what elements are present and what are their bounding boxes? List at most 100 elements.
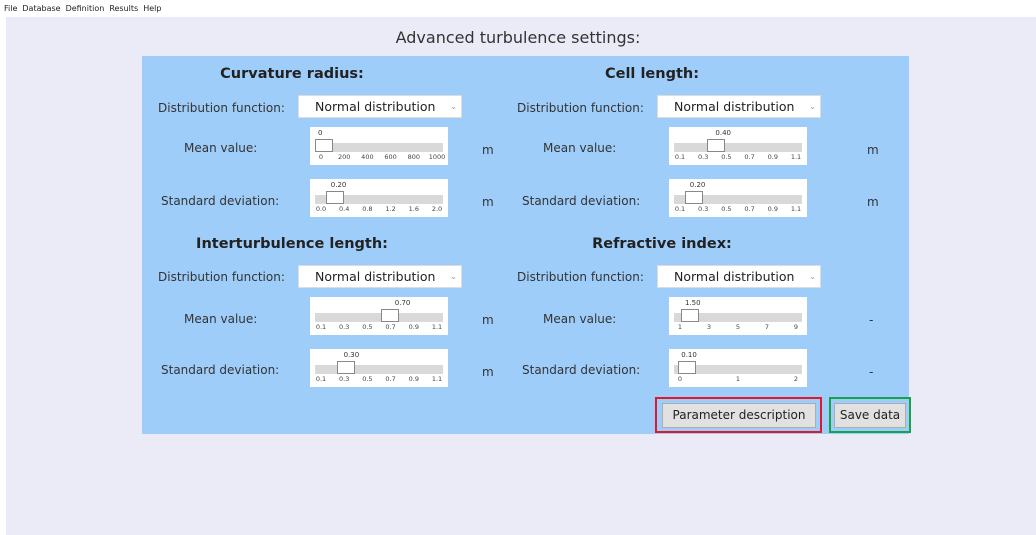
refr-std-label: Standard deviation:: [522, 363, 641, 377]
menu-results[interactable]: Results: [109, 0, 138, 17]
slider-ticks: 0.1 0.3 0.5 0.7 0.9 1.1: [674, 153, 802, 163]
chevron-down-icon: ⌄: [450, 272, 457, 281]
slider-value: 0.70: [394, 299, 411, 307]
slider-tick-label: 0.3: [339, 375, 350, 383]
slider-tick-label: 0.7: [744, 153, 755, 161]
cell-std-label: Standard deviation:: [522, 194, 641, 208]
slider-tick-label: 2: [793, 375, 799, 383]
slider-tick-label: 0.1: [315, 375, 327, 383]
slider-tick-label: 0.4: [339, 205, 350, 213]
inter-mean-slider[interactable]: 0.70 0.1 0.3 0.5 0.7 0.9 1.1: [310, 297, 448, 335]
slider-thumb[interactable]: [326, 191, 344, 204]
slider-tick-label: 0.5: [721, 205, 732, 213]
slider-ticks: 0.0 0.4 0.8 1.2 1.6 2.0: [315, 205, 443, 215]
slider-tick-label: 1.1: [790, 153, 802, 161]
cell-std-unit: m: [867, 195, 879, 209]
slider-tick-label: 0.8: [362, 205, 373, 213]
refr-title: Refractive index:: [592, 236, 732, 252]
refr-mean-slider[interactable]: 1.50 1 3 5 7 9: [669, 297, 807, 335]
curvature-std-slider[interactable]: 0.20 0.0 0.4 0.8 1.2 1.6 2.0: [310, 179, 448, 217]
inter-dist-select[interactable]: Normal distribution ⌄: [298, 265, 462, 288]
slider-thumb[interactable]: [315, 139, 333, 152]
curvature-dist-select[interactable]: Normal distribution ⌄: [298, 95, 462, 118]
slider-tick-label: 1.1: [431, 323, 443, 331]
slider-track[interactable]: [315, 143, 443, 152]
menu-help[interactable]: Help: [143, 0, 161, 17]
refr-std-slider[interactable]: 0.10 0 1 2: [669, 349, 807, 387]
inter-std-slider[interactable]: 0.30 0.1 0.3 0.5 0.7 0.9 1.1: [310, 349, 448, 387]
cell-std-slider[interactable]: 0.20 0.1 0.3 0.5 0.7 0.9 1.1: [669, 179, 807, 217]
slider-tick-label: 0.9: [408, 375, 419, 383]
slider-thumb[interactable]: [677, 361, 696, 374]
curvature-dist-label: Distribution function:: [158, 101, 285, 115]
slider-tick-label: 400: [361, 153, 374, 161]
refr-dist-value: Normal distribution: [674, 269, 795, 284]
slider-track[interactable]: [315, 313, 443, 322]
slider-tick-label: 1000: [428, 153, 446, 161]
slider-tick-label: 0.1: [315, 323, 327, 331]
refr-dist-label: Distribution function:: [517, 270, 644, 284]
slider-tick-label: 0.3: [339, 323, 350, 331]
slider-track[interactable]: [674, 143, 802, 152]
slider-ticks: 0.1 0.3 0.5 0.7 0.9 1.1: [315, 323, 443, 333]
slider-ticks: 0 1 2: [674, 375, 802, 385]
slider-tick-label: 0.0: [315, 205, 327, 213]
slider-tick-label: 3: [706, 323, 712, 331]
cell-mean-label: Mean value:: [543, 141, 617, 155]
slider-thumb[interactable]: [381, 309, 399, 322]
inter-dist-value: Normal distribution: [315, 269, 436, 284]
slider-ticks: 0.1 0.3 0.5 0.7 0.9 1.1: [315, 375, 443, 385]
refr-dist-select[interactable]: Normal distribution ⌄: [657, 265, 821, 288]
slider-tick-label: 1.1: [790, 205, 802, 213]
menu-file[interactable]: File: [4, 0, 17, 17]
save-data-button[interactable]: Save data: [834, 403, 906, 428]
slider-ticks: 1 3 5 7 9: [674, 323, 802, 333]
chevron-down-icon: ⌄: [809, 272, 816, 281]
slider-tick-label: 0.1: [674, 205, 686, 213]
inter-title: Interturbulence length:: [196, 236, 388, 252]
slider-tick-label: 9: [793, 323, 799, 331]
cell-title: Cell length:: [604, 66, 700, 82]
slider-tick-label: 0: [318, 153, 324, 161]
slider-tick-label: 0.5: [362, 323, 373, 331]
slider-value: 1.50: [685, 299, 701, 307]
refr-mean-unit: -: [869, 313, 874, 327]
slider-tick-label: 1: [735, 375, 741, 383]
slider-tick-label: 1.1: [431, 375, 443, 383]
slider-tick-label: 7: [764, 323, 770, 331]
slider-tick-label: 200: [337, 153, 351, 161]
slider-tick-label: 1.2: [385, 205, 396, 213]
curvature-dist-value: Normal distribution: [315, 99, 436, 114]
inter-mean-label: Mean value:: [184, 312, 258, 326]
slider-thumb[interactable]: [337, 361, 355, 374]
cell-mean-unit: m: [867, 143, 879, 157]
slider-ticks: 0.1 0.3 0.5 0.7 0.9 1.1: [674, 205, 802, 215]
slider-value: 0.40: [715, 129, 731, 137]
slider-tick-label: 0.1: [674, 153, 686, 161]
cell-dist-select[interactable]: Normal distribution ⌄: [657, 95, 821, 118]
slider-track[interactable]: [315, 365, 443, 374]
refr-mean-label: Mean value:: [543, 312, 617, 326]
inter-mean-unit: m: [482, 313, 494, 327]
slider-tick-label: 0.7: [385, 375, 396, 383]
menu-definition[interactable]: Definition: [66, 0, 105, 17]
curvature-title: Curvature radius:: [220, 66, 364, 82]
menu-database[interactable]: Database: [22, 0, 60, 17]
cell-mean-slider[interactable]: 0.40 0.1 0.3 0.5 0.7 0.9 1.1: [669, 127, 807, 165]
slider-thumb[interactable]: [685, 191, 703, 204]
slider-thumb[interactable]: [680, 309, 699, 322]
chevron-down-icon: ⌄: [450, 102, 457, 111]
page-title: Advanced turbulence settings:: [395, 28, 641, 47]
curvature-mean-slider[interactable]: 0 0 200 400 600 800 1000: [310, 127, 448, 165]
slider-value: 0: [318, 129, 323, 137]
slider-tick-label: 0.3: [698, 153, 709, 161]
slider-tick-label: 0.3: [698, 205, 709, 213]
slider-tick-label: 600: [384, 153, 397, 161]
chevron-down-icon: ⌄: [809, 102, 816, 111]
slider-tick-label: 0: [677, 375, 683, 383]
curvature-mean-unit: m: [482, 143, 494, 157]
slider-tick-label: 1: [677, 323, 683, 331]
slider-thumb[interactable]: [707, 139, 725, 152]
parameter-description-button[interactable]: Parameter description: [662, 403, 816, 428]
cell-dist-label: Distribution function:: [517, 101, 644, 115]
